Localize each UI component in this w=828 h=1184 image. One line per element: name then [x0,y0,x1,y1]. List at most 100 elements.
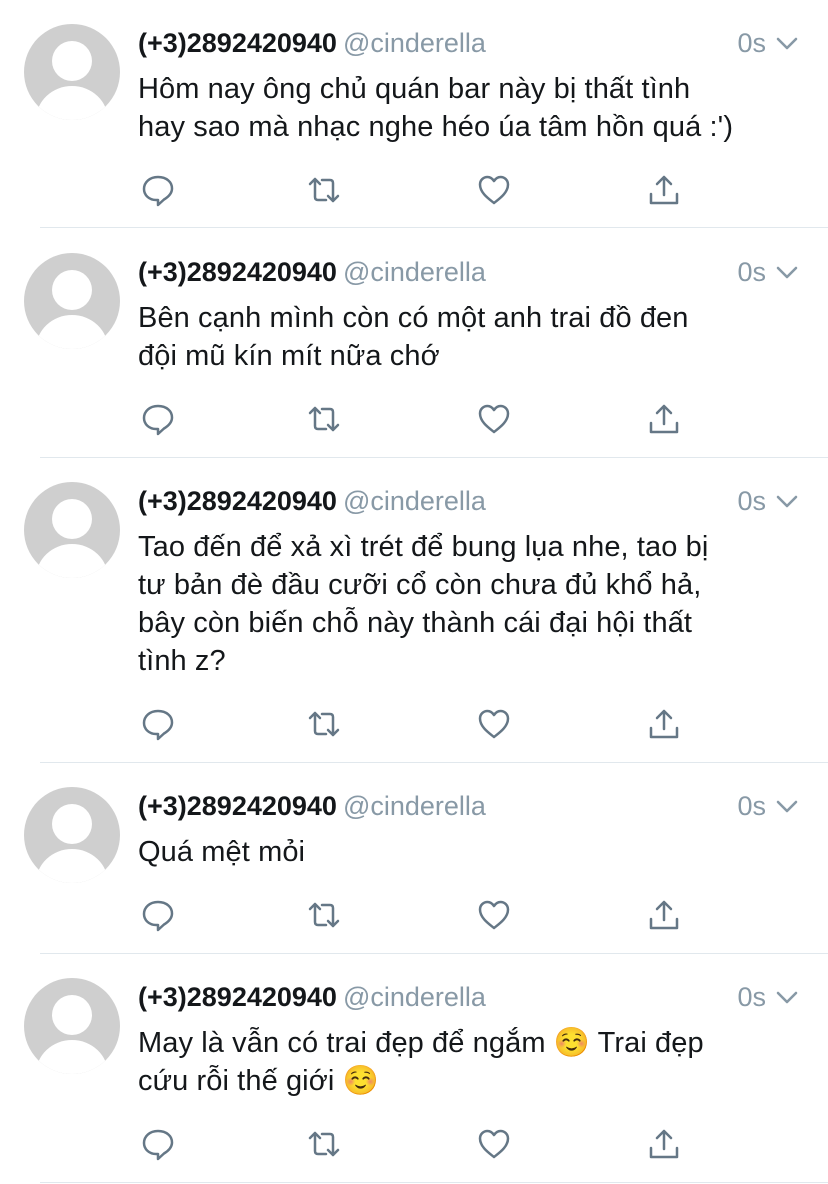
display-name[interactable]: (+3)2892420940 [138,982,337,1012]
username[interactable]: @cinderella [343,486,486,516]
tweet-meta: 0s [737,26,800,60]
timestamp: 0s [737,28,766,58]
tweet-meta: 0s [737,789,800,823]
reply-button[interactable] [138,170,178,210]
like-button[interactable] [474,704,514,744]
retweet-button[interactable] [304,170,344,210]
username[interactable]: @cinderella [343,982,486,1012]
tweet-actions [138,399,698,439]
avatar[interactable] [24,482,120,578]
tweet-header: (+3)2892420940 @cinderella 0s [138,484,800,518]
reply-icon [142,404,174,436]
tweet-text-line: Tao đến để xả xì trét để bung lụa nhe, t… [138,531,709,563]
avatar[interactable] [24,253,120,349]
like-button[interactable] [474,895,514,935]
tweet-actions [138,170,698,210]
tweet-text-line: đội mũ kín mít nữa chớ [138,340,440,372]
avatar[interactable] [24,24,120,120]
share-icon [649,900,679,930]
share-icon [649,709,679,739]
tweet-text-line: tình z? [138,645,226,677]
username[interactable]: @cinderella [343,28,486,58]
tweet[interactable]: (+3)2892420940 @cinderella 0s Quá mệt mỏi [0,763,828,954]
default-avatar-icon [36,270,108,349]
display-name[interactable]: (+3)2892420940 [138,486,337,516]
share-icon [649,1129,679,1159]
tweet-header: (+3)2892420940 @cinderella 0s [138,255,800,289]
share-button[interactable] [644,399,684,439]
default-avatar-icon [36,41,108,120]
tweet-header: (+3)2892420940 @cinderella 0s [138,26,800,60]
heart-icon [478,900,510,930]
timestamp: 0s [737,982,766,1012]
tweet-header: (+3)2892420940 @cinderella 0s [138,980,800,1014]
tweet-text-line: May là vẫn có trai đẹp để ngắm ☺️ Trai đ… [138,1027,704,1059]
chevron-down-icon[interactable] [774,30,800,56]
tweet-text: Quá mệt mỏi [138,833,798,871]
tweet-actions [138,895,698,935]
timestamp: 0s [737,486,766,516]
reply-button[interactable] [138,704,178,744]
timeline: (+3)2892420940 @cinderella 0s Hôm nay ông… [0,0,828,1184]
tweet-header: (+3)2892420940 @cinderella 0s [138,789,800,823]
chevron-down-icon[interactable] [774,793,800,819]
like-button[interactable] [474,399,514,439]
username[interactable]: @cinderella [343,791,486,821]
share-icon [649,175,679,205]
retweet-button[interactable] [304,704,344,744]
username[interactable]: @cinderella [343,257,486,287]
tweet-text-line: Bên cạnh mình còn có một anh trai đồ đen [138,302,689,334]
tweet-text: Tao đến để xả xì trét để bung lụa nhe, t… [138,528,798,680]
retweet-icon [308,1131,340,1157]
tweet[interactable]: (+3)2892420940 @cinderella 0s May là vẫn … [0,954,828,1184]
tweet-text: Hôm nay ông chủ quán bar này bị thất tìn… [138,70,798,146]
share-icon [649,404,679,434]
retweet-icon [308,406,340,432]
share-button[interactable] [644,1124,684,1164]
divider [40,1182,828,1183]
retweet-button[interactable] [304,399,344,439]
tweet[interactable]: (+3)2892420940 @cinderella 0s Hôm nay ông… [0,0,828,228]
divider [40,227,828,228]
display-name[interactable]: (+3)2892420940 [138,28,337,58]
avatar[interactable] [24,978,120,1074]
retweet-button[interactable] [304,895,344,935]
timestamp: 0s [737,791,766,821]
timestamp: 0s [737,257,766,287]
chevron-down-icon[interactable] [774,984,800,1010]
tweet-text: May là vẫn có trai đẹp để ngắm ☺️ Trai đ… [138,1024,798,1100]
heart-icon [478,175,510,205]
share-button[interactable] [644,170,684,210]
avatar[interactable] [24,787,120,883]
reply-icon [142,709,174,741]
retweet-icon [308,711,340,737]
reply-icon [142,900,174,932]
reply-button[interactable] [138,895,178,935]
tweet-text-line: tư bản đè đầu cưỡi cổ còn chưa đủ khổ hả… [138,569,702,601]
heart-icon [478,404,510,434]
retweet-icon [308,902,340,928]
reply-icon [142,175,174,207]
chevron-down-icon[interactable] [774,488,800,514]
display-name[interactable]: (+3)2892420940 [138,257,337,287]
retweet-button[interactable] [304,1124,344,1164]
tweet-meta: 0s [737,484,800,518]
tweet-text-line: cứu rỗi thế giới ☺️ [138,1065,379,1097]
heart-icon [478,709,510,739]
tweet[interactable]: (+3)2892420940 @cinderella 0s Bên cạnh mì… [0,229,828,458]
display-name[interactable]: (+3)2892420940 [138,791,337,821]
tweet[interactable]: (+3)2892420940 @cinderella 0s Tao đến để … [0,458,828,763]
like-button[interactable] [474,1124,514,1164]
share-button[interactable] [644,895,684,935]
heart-icon [478,1129,510,1159]
tweet-meta: 0s [737,980,800,1014]
tweet-text-line: bây còn biến chỗ này thành cái đại hội t… [138,607,693,639]
chevron-down-icon[interactable] [774,259,800,285]
reply-button[interactable] [138,1124,178,1164]
tweet-actions [138,1124,698,1164]
like-button[interactable] [474,170,514,210]
retweet-icon [308,177,340,203]
reply-button[interactable] [138,399,178,439]
share-button[interactable] [644,704,684,744]
tweet-text-line: hay sao mà nhạc nghe héo úa tâm hồn quá … [138,111,734,143]
